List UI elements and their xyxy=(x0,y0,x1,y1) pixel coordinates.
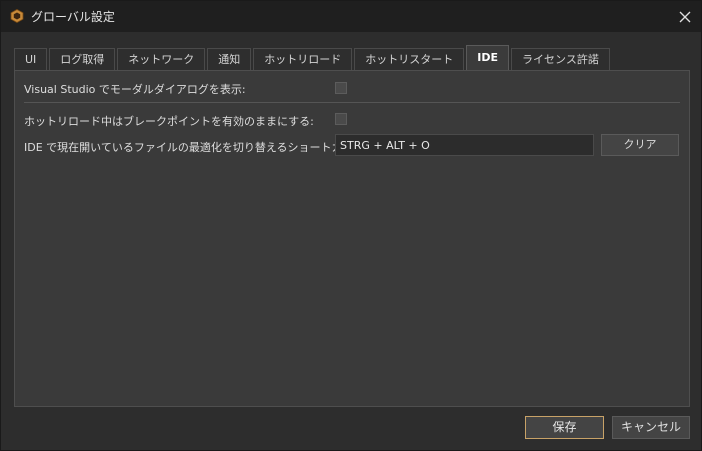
tab-hot-reload[interactable]: ホットリロード xyxy=(253,48,353,70)
show-modal-label: Visual Studio でモーダルダイアログを表示: xyxy=(24,83,246,96)
close-button[interactable] xyxy=(669,1,701,32)
window-title: グローバル設定 xyxy=(31,10,115,24)
tab-network[interactable]: ネットワーク xyxy=(117,48,206,70)
shortcut-label: IDE で現在開いているファイルの最適化を切り替えるショートカット: xyxy=(24,141,369,154)
ide-settings-panel: Visual Studio でモーダルダイアログを表示: ホットリロード中はブレ… xyxy=(14,70,690,407)
cancel-button[interactable]: キャンセル xyxy=(612,416,690,439)
shortcut-input[interactable] xyxy=(335,134,594,156)
tab-ui[interactable]: UI xyxy=(14,48,48,70)
save-button[interactable]: 保存 xyxy=(525,416,604,439)
settings-window: グローバル設定 UI ログ取得 ネットワーク 通知 ホットリロード ホットリスタ… xyxy=(0,0,702,451)
tab-notifications[interactable]: 通知 xyxy=(207,48,252,70)
tab-hot-restart[interactable]: ホットリスタート xyxy=(354,48,465,70)
tab-ide[interactable]: IDE xyxy=(466,45,510,70)
close-icon xyxy=(679,11,691,23)
tab-licenses[interactable]: ライセンス許諾 xyxy=(511,48,610,70)
title-bar: グローバル設定 xyxy=(1,1,701,32)
section-divider xyxy=(24,102,680,103)
keep-breakpoints-label: ホットリロード中はブレークポイントを有効のままにする: xyxy=(24,115,314,128)
tab-logging[interactable]: ログ取得 xyxy=(49,48,116,70)
tab-bar: UI ログ取得 ネットワーク 通知 ホットリロード ホットリスタート IDE ラ… xyxy=(14,45,612,70)
clear-button[interactable]: クリア xyxy=(601,134,679,156)
app-logo-icon xyxy=(10,9,24,23)
show-modal-checkbox[interactable] xyxy=(335,82,347,94)
keep-breakpoints-checkbox[interactable] xyxy=(335,113,347,125)
